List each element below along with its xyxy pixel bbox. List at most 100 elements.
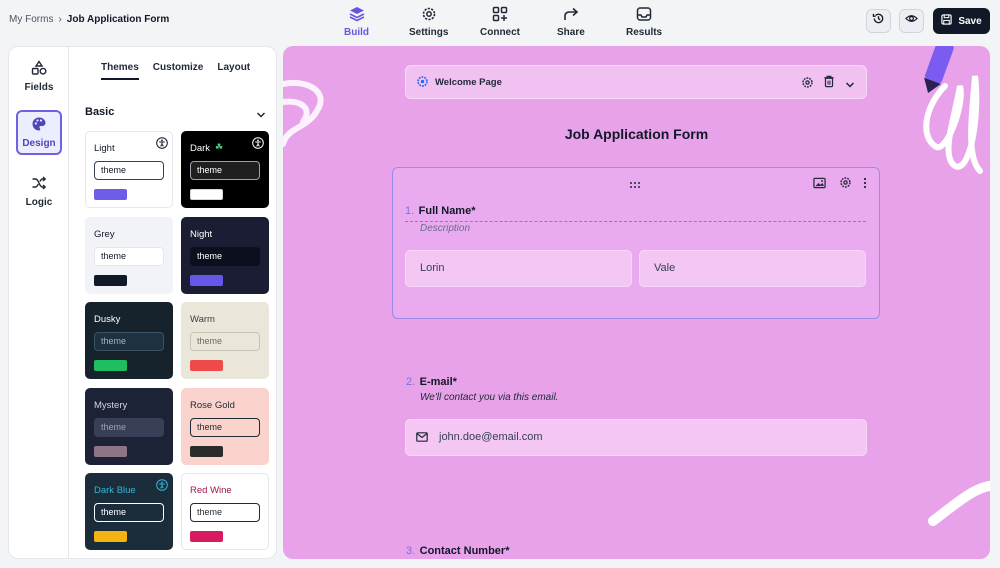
save-icon	[941, 14, 952, 28]
theme-sample-input: theme	[94, 332, 164, 351]
accessibility-icon	[156, 479, 168, 491]
theme-sample-input: theme	[190, 417, 260, 437]
tab-connect[interactable]: Connect	[480, 5, 520, 38]
question-title[interactable]: Contact Number*	[420, 545, 510, 557]
question-block-full-name[interactable]: 1. Full Name* Description Lorin Vale	[392, 167, 880, 319]
theme-swatch	[190, 360, 223, 371]
question-title-email-row[interactable]: 2. E-mail*	[406, 372, 457, 390]
tab-build-label: Build	[344, 27, 369, 38]
shuffle-icon	[31, 175, 47, 194]
theme-card[interactable]: Dusky theme	[85, 302, 173, 379]
question-title[interactable]: Full Name*	[419, 205, 476, 217]
theme-name: Rose Gold	[190, 399, 235, 411]
tab-share-label: Share	[557, 27, 585, 38]
question-title[interactable]: E-mail*	[420, 376, 457, 388]
welcome-page-label: Welcome Page	[435, 77, 502, 88]
design-panel: Fields Design Logic Themes Customize Lay…	[8, 46, 277, 559]
more-vertical-icon[interactable]	[863, 176, 867, 194]
eye-icon	[905, 12, 918, 30]
question-hint[interactable]: We'll contact you via this email.	[420, 392, 558, 403]
theme-sample-input: theme	[190, 246, 260, 266]
theme-card[interactable]: Mystery theme	[85, 387, 173, 465]
theme-swatch	[94, 274, 127, 286]
theme-grid: Light theme Dark ☘ theme Grey theme Night theme D…	[85, 131, 269, 558]
top-bar: My Forms › Job Application Form Build Se…	[0, 0, 1000, 42]
brush-stroke-decoration	[283, 79, 324, 147]
save-button[interactable]: Save	[933, 8, 990, 34]
theme-name: Warm	[190, 314, 215, 325]
last-name-input[interactable]: Vale	[639, 250, 866, 287]
rail-fields[interactable]: Fields	[16, 54, 62, 99]
section-title-basic: Basic	[85, 106, 115, 118]
history-button[interactable]	[866, 9, 891, 33]
tab-connect-label: Connect	[480, 27, 520, 38]
theme-swatch	[94, 360, 127, 371]
theme-card[interactable]: Night theme	[181, 216, 269, 294]
tab-settings-label: Settings	[409, 27, 449, 38]
theme-name: Mystery	[94, 399, 128, 411]
share-arrow-icon	[562, 5, 580, 23]
theme-card[interactable]: Warm theme	[181, 302, 269, 379]
tab-settings[interactable]: Settings	[409, 5, 448, 38]
theme-swatch	[190, 445, 223, 457]
theme-sample-input: theme	[94, 161, 164, 180]
tab-results[interactable]: Results	[626, 5, 662, 38]
question-number: 1.	[405, 205, 415, 217]
theme-name: Dusky	[94, 314, 121, 325]
theme-sample-input: theme	[94, 246, 164, 266]
drag-handle-icon[interactable]	[629, 176, 641, 194]
rail-design[interactable]: Design	[16, 110, 62, 155]
question-description[interactable]: Description	[420, 223, 470, 234]
tab-customize[interactable]: Customize	[153, 62, 204, 80]
theme-card[interactable]: Grey theme	[85, 216, 173, 294]
question-title-row[interactable]: 1. Full Name*	[405, 201, 866, 222]
settings-gear-icon[interactable]	[839, 176, 852, 194]
breadcrumb-current: Job Application Form	[66, 14, 170, 25]
layers-icon	[348, 5, 366, 23]
theme-name: Red Wine	[190, 485, 232, 496]
accessibility-icon	[252, 137, 264, 149]
theme-sample-input: theme	[190, 161, 260, 180]
save-label: Save	[958, 15, 982, 27]
theme-card[interactable]: Red Wine theme	[181, 473, 269, 550]
history-icon	[872, 12, 885, 30]
rail-logic[interactable]: Logic	[16, 169, 62, 214]
preview-button[interactable]	[899, 9, 924, 33]
design-subtabs: Themes Customize Layout	[101, 62, 250, 80]
inbox-icon	[635, 5, 653, 23]
marker-doodle-decoration	[923, 46, 983, 174]
accessibility-icon	[156, 137, 168, 149]
theme-card[interactable]: Light theme	[85, 131, 173, 208]
email-input[interactable]: john.doe@email.com	[405, 419, 867, 456]
theme-name: Dark Blue	[94, 485, 136, 496]
first-name-input[interactable]: Lorin	[405, 250, 632, 287]
tab-share[interactable]: Share	[557, 5, 585, 38]
sprout-icon: ☘	[215, 142, 224, 152]
image-icon[interactable]	[813, 176, 826, 194]
chevron-down-icon[interactable]	[845, 77, 855, 95]
tab-build[interactable]: Build	[344, 5, 369, 38]
tab-layout[interactable]: Layout	[217, 62, 250, 80]
theme-swatch	[190, 274, 223, 286]
theme-card[interactable]: Dark ☘ theme	[181, 131, 269, 208]
theme-swatch	[94, 531, 127, 542]
theme-card[interactable]: Rose Gold theme	[181, 387, 269, 465]
breadcrumb-my-forms[interactable]: My Forms	[9, 14, 53, 25]
question-title-contact-row[interactable]: 3. Contact Number*	[406, 541, 509, 559]
trash-icon[interactable]	[823, 75, 835, 93]
chevron-down-icon[interactable]	[256, 107, 266, 125]
side-rail: Fields Design Logic	[9, 47, 69, 558]
theme-name: Light	[94, 143, 115, 154]
form-title: Job Application Form	[564, 126, 709, 142]
question-number: 2.	[406, 376, 416, 388]
theme-swatch	[94, 445, 127, 457]
theme-sample-input: theme	[190, 332, 260, 351]
envelope-icon	[416, 432, 428, 442]
theme-card[interactable]: Dark Blue theme	[85, 473, 173, 550]
gear-icon	[416, 75, 429, 93]
tab-themes[interactable]: Themes	[101, 62, 139, 80]
rail-fields-label: Fields	[24, 82, 54, 93]
theme-sample-input: theme	[94, 417, 164, 437]
settings-gear-icon[interactable]	[801, 76, 814, 94]
welcome-page-bar[interactable]: Welcome Page	[405, 65, 867, 99]
